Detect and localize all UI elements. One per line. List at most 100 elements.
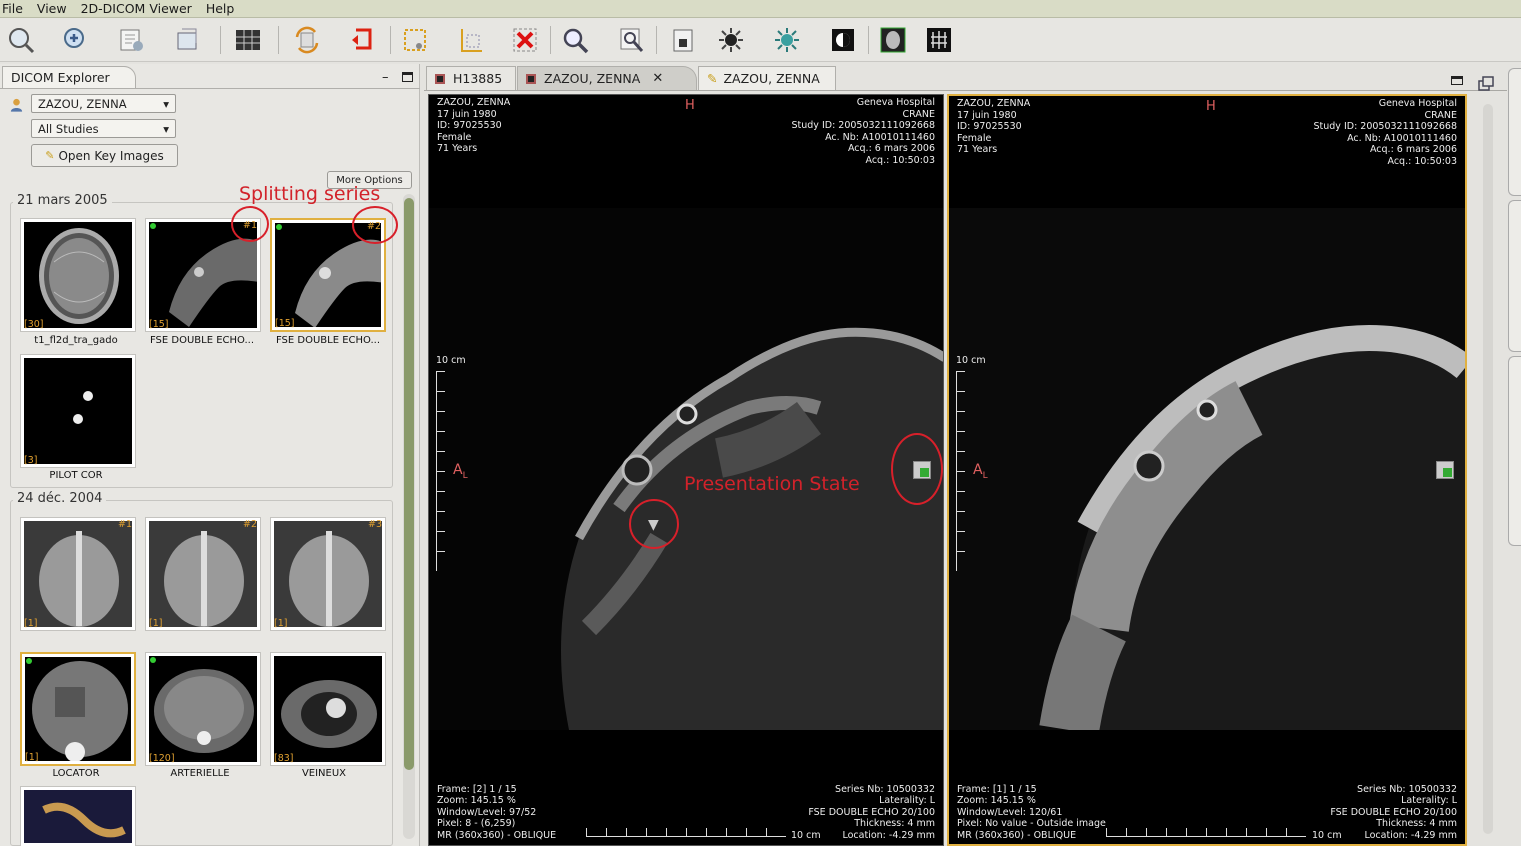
image-count: [30]	[24, 319, 44, 330]
tab-zazou-zenna[interactable]: ✎ ZAZOU, ZENNA	[698, 66, 836, 90]
series-thumbnail[interactable]: #3 [1]	[270, 517, 386, 631]
brightness-icon[interactable]	[714, 22, 748, 58]
overlay-frame-info: Frame: [1] 1 / 15 Zoom: 145.15 % Window/…	[957, 783, 1106, 841]
select-area-icon[interactable]	[398, 22, 432, 58]
image-count: [15]	[149, 319, 169, 330]
series-thumbnail-selected[interactable]: [1]	[20, 652, 136, 766]
patient-select[interactable]: ZAZOU, ZENNA ▾	[31, 94, 176, 113]
toolbar	[0, 18, 1521, 62]
presentation-state-icon[interactable]	[913, 461, 931, 479]
viewport-left[interactable]: ZAZOU, ZENNA 17 juin 1980 ID: 97025530 F…	[428, 94, 944, 846]
series-thumbnail[interactable]: #1 [1]	[20, 517, 136, 631]
series-thumbnail[interactable]	[20, 786, 136, 846]
study-date-2: 24 déc. 2004	[13, 491, 107, 506]
image-count: [1]	[274, 618, 288, 629]
orientation-top: H	[685, 98, 695, 113]
dicom-explorer-tab[interactable]: DICOM Explorer	[2, 66, 136, 88]
layout-grid-icon[interactable]	[230, 22, 264, 58]
reset-icon[interactable]	[346, 22, 380, 58]
invert-icon[interactable]	[826, 22, 860, 58]
annotation-circle	[352, 206, 398, 244]
orientation-left: AL	[453, 462, 468, 481]
viewer-tab-icon	[526, 73, 536, 84]
export-dicom-icon[interactable]	[114, 22, 148, 58]
overlay-study-info: Geneva Hospital CRANE Study ID: 20050321…	[1313, 98, 1458, 167]
series-thumbnail[interactable]: [120]	[145, 652, 261, 766]
viewer-area: H13885 ZAZOU, ZENNA ✕ ✎ ZAZOU, ZENNA ZAZ…	[424, 64, 1521, 846]
series-thumbnail[interactable]: [83]	[270, 652, 386, 766]
contrast-icon[interactable]	[770, 22, 804, 58]
side-tab-draw-measure[interactable]	[1508, 356, 1521, 546]
menu-2d-dicom-viewer[interactable]: 2D-DICOM Viewer	[81, 1, 192, 16]
presentation-state-annotation: Presentation State	[684, 473, 860, 495]
series-label: ARTERIELLE	[170, 768, 230, 779]
clipboard-icon[interactable]	[666, 22, 700, 58]
menu-help[interactable]: Help	[206, 1, 235, 16]
image-count: [1]	[24, 618, 38, 629]
orientation-left-main: A	[973, 462, 983, 478]
overlay-series-info: Series Nb: 10500332 Laterality: L FSE DO…	[808, 783, 935, 841]
series-label: LOCATOR	[52, 768, 100, 779]
zoom-fit-icon[interactable]	[614, 22, 648, 58]
presentation-state-icon[interactable]	[1436, 461, 1454, 479]
key-icon: ✎	[45, 149, 55, 162]
horizontal-scale-ruler	[586, 825, 786, 837]
overlay-patient-info: ZAZOU, ZENNA 17 juin 1980 ID: 97025530 F…	[437, 97, 511, 154]
menu-file[interactable]: File	[2, 1, 23, 16]
tab-label: ZAZOU, ZENNA	[544, 71, 641, 86]
vertical-scale-ruler	[956, 371, 970, 571]
mpr-icon[interactable]	[876, 22, 910, 58]
synchronize-icon[interactable]	[290, 22, 324, 58]
chevron-down-icon: ▾	[163, 96, 169, 111]
series-label: VEINEUX	[301, 768, 347, 779]
window-restore-icon[interactable]	[1477, 76, 1495, 92]
patient-icon	[9, 97, 24, 113]
studies-select[interactable]: All Studies ▾	[31, 119, 176, 138]
study-date-1: 21 mars 2005	[13, 193, 112, 208]
orientation-left: AL	[973, 462, 988, 481]
scale-label-horizontal: 10 cm	[1312, 830, 1342, 841]
open-key-images-label: Open Key Images	[58, 148, 164, 163]
scrollbar-track[interactable]	[1483, 104, 1493, 834]
series-thumbnail[interactable]: [30]	[20, 218, 136, 332]
scrollbar-thumb[interactable]	[404, 198, 414, 770]
close-icon[interactable]: ✕	[652, 71, 663, 86]
side-tab-display[interactable]	[1508, 68, 1521, 196]
status-dot	[150, 657, 156, 663]
side-tab-image-tool[interactable]	[1508, 200, 1521, 352]
key-icon: ✎	[707, 71, 718, 86]
image-count: [1]	[149, 618, 163, 629]
maximize-icon[interactable]	[1451, 76, 1463, 85]
status-dot	[276, 224, 282, 230]
scrollbar-track[interactable]	[403, 194, 415, 839]
open-key-images-button[interactable]: ✎ Open Key Images	[31, 144, 178, 167]
volume-render-icon[interactable]	[922, 22, 956, 58]
series-thumbnail[interactable]: #2 [1]	[145, 517, 261, 631]
image-count: [15]	[275, 318, 295, 329]
measure-select-icon[interactable]	[454, 22, 488, 58]
tab-h13885[interactable]: H13885	[426, 66, 516, 90]
series-thumbnail[interactable]: [3]	[20, 354, 136, 468]
maximize-icon[interactable]	[402, 72, 413, 82]
image-count: [83]	[274, 753, 294, 764]
vertical-scale-ruler	[436, 371, 450, 571]
mri-image-right	[949, 208, 1465, 730]
minimize-icon[interactable]: –	[382, 70, 389, 85]
menu-bar: File View 2D-DICOM Viewer Help	[0, 0, 1521, 18]
tab-zazou-zenna-active[interactable]: ZAZOU, ZENNA ✕	[517, 66, 697, 90]
orientation-left-main: A	[453, 462, 463, 478]
viewport-right-selected[interactable]: ZAZOU, ZENNA 17 juin 1980 ID: 97025530 F…	[947, 94, 1467, 846]
open-dicom-icon[interactable]	[4, 22, 38, 58]
overlay-patient-info: ZAZOU, ZENNA 17 juin 1980 ID: 97025530 F…	[957, 98, 1031, 155]
dicom-send-icon[interactable]	[170, 22, 204, 58]
tab-label: H13885	[453, 71, 503, 86]
studies-select-value: All Studies	[38, 121, 99, 136]
zoom-icon[interactable]	[558, 22, 592, 58]
split-number: #1	[117, 519, 132, 530]
menu-view[interactable]: View	[37, 1, 67, 16]
scale-label-vertical: 10 cm	[436, 355, 466, 366]
import-dicom-icon[interactable]	[58, 22, 92, 58]
delete-graphics-icon[interactable]	[508, 22, 542, 58]
horizontal-scale-ruler	[1106, 825, 1306, 837]
image-count: [1]	[25, 752, 39, 763]
